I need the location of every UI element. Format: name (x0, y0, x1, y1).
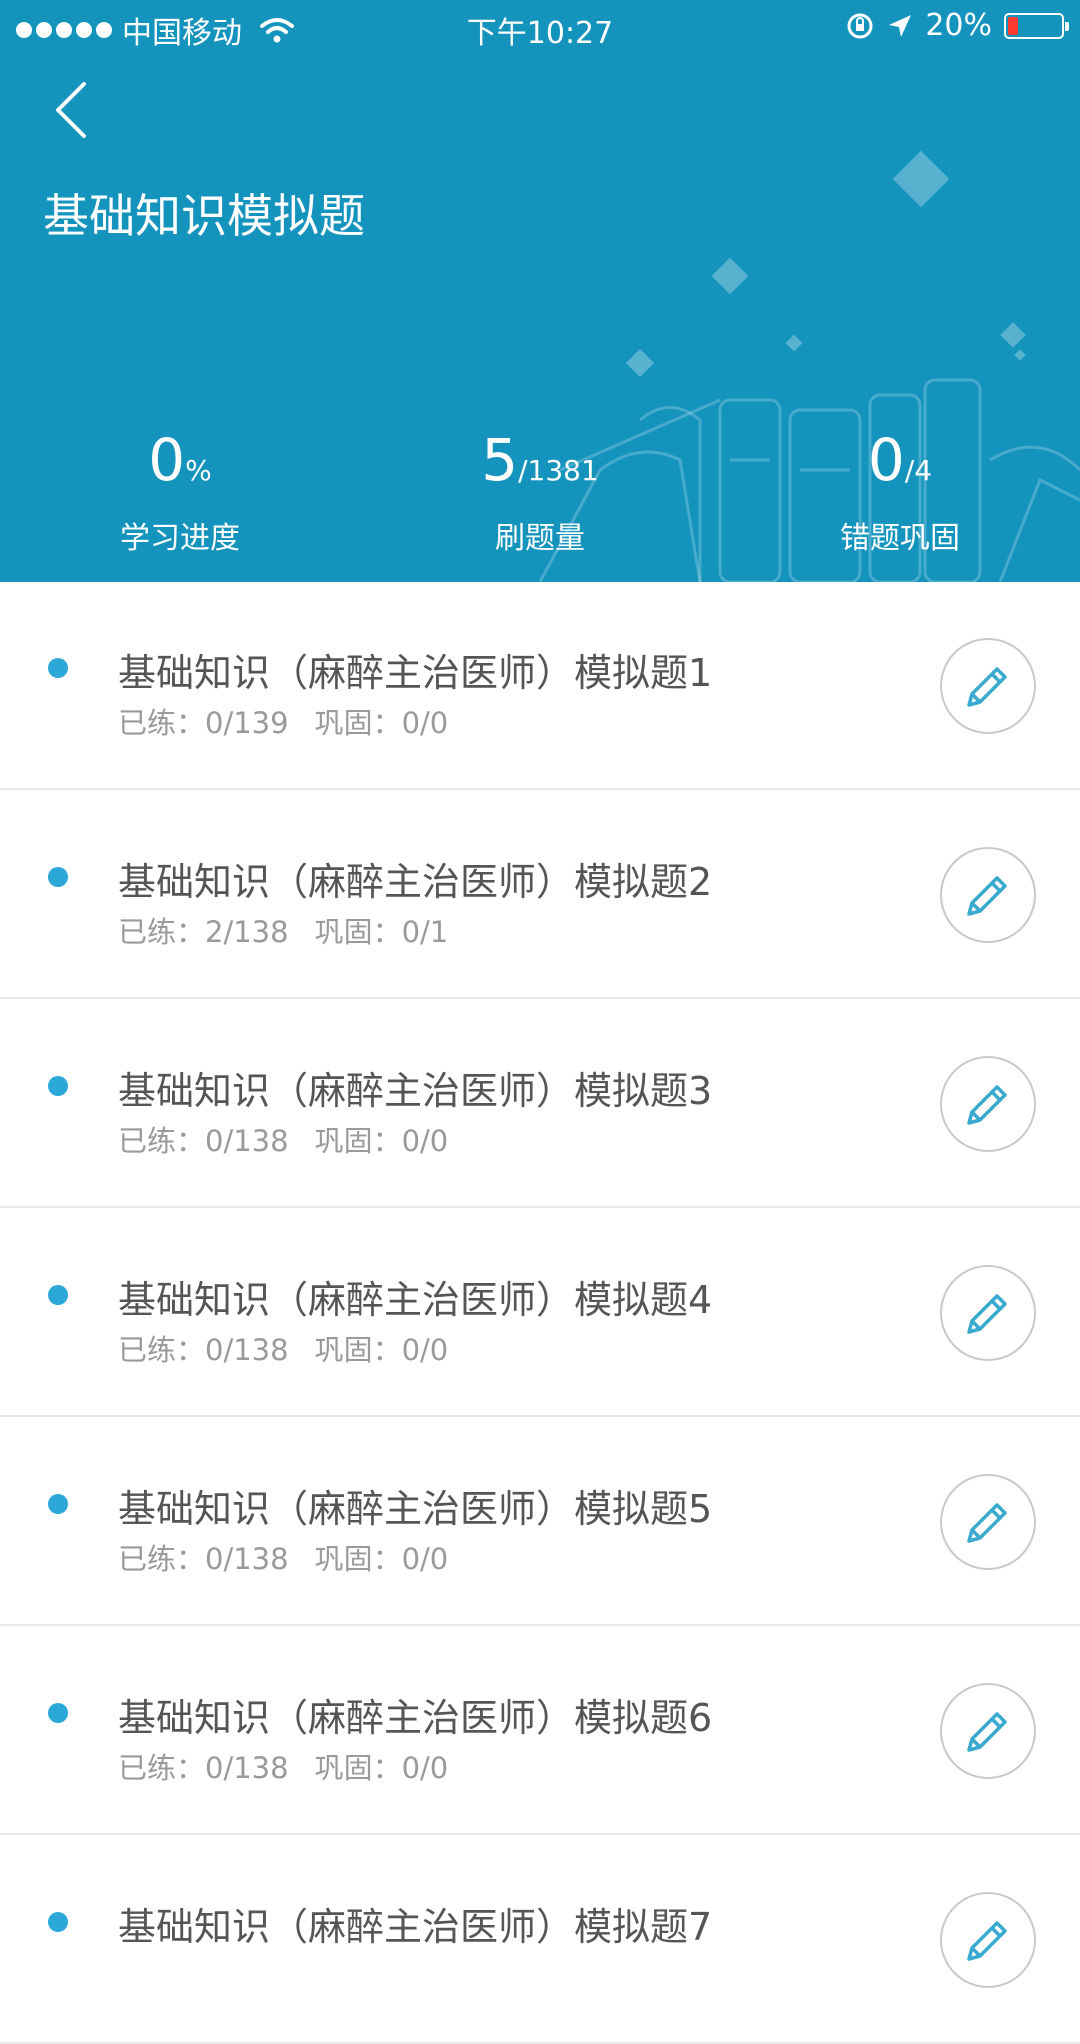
practiced-count: 已练：0/139 (118, 706, 289, 740)
status-bar: 中国移动 下午10:27 20% (0, 0, 1080, 54)
list-item-meta (118, 1954, 144, 1988)
pencil-icon (967, 1503, 1007, 1543)
list-item-meta: 已练：0/138 巩固：0/0 (118, 1536, 448, 1578)
stat-value-unit: % (185, 454, 212, 487)
list-item[interactable]: 基础知识（麻醉主治医师）模拟题4 已练：0/138 巩固：0/0 (0, 1209, 1080, 1417)
pencil-icon (967, 1085, 1007, 1125)
practice-button[interactable] (940, 638, 1036, 734)
list-item-meta: 已练：0/138 巩固：0/0 (118, 1745, 448, 1787)
practiced-count: 已练：0/138 (118, 1124, 289, 1158)
practice-button[interactable] (940, 1683, 1036, 1779)
practice-button[interactable] (940, 1474, 1036, 1570)
stat-value: 0/4 (750, 430, 1050, 505)
stat-value: 5/1381 (390, 430, 690, 505)
back-chevron-icon[interactable] (44, 80, 100, 140)
list-item-title: 基础知识（麻醉主治医师）模拟题5 (118, 1487, 713, 1531)
consolidated-count: 巩固：0/1 (314, 915, 449, 949)
stat-value-unit: /1381 (518, 454, 599, 487)
bullet-dot (48, 658, 68, 678)
list-item-title: 基础知识（麻醉主治医师）模拟题4 (118, 1278, 713, 1322)
pencil-icon (967, 667, 1007, 707)
pencil-icon (967, 1921, 1007, 1961)
bullet-dot (48, 867, 68, 887)
battery-percent: 20% (925, 8, 992, 43)
practice-button[interactable] (940, 847, 1036, 943)
stat-mistakes-review: 0/4 错题巩固 (750, 430, 1050, 557)
list-item-title: 基础知识（麻醉主治医师）模拟题7 (118, 1905, 713, 1949)
pencil-icon (967, 1712, 1007, 1752)
practice-button[interactable] (940, 1892, 1036, 1988)
list-item-title: 基础知识（麻醉主治医师）模拟题6 (118, 1696, 713, 1740)
consolidated-count: 巩固：0/0 (314, 1124, 449, 1158)
list-item[interactable]: 基础知识（麻醉主治医师）模拟题5 已练：0/138 巩固：0/0 (0, 1418, 1080, 1626)
stat-study-progress: 0% 学习进度 (30, 430, 330, 557)
stat-value-number: 0 (867, 426, 905, 494)
bullet-dot (48, 1703, 68, 1723)
consolidated-count: 巩固：0/0 (314, 1542, 449, 1576)
bullet-dot (48, 1076, 68, 1096)
battery-level (1008, 16, 1018, 35)
list-item[interactable]: 基础知识（麻醉主治医师）模拟题6 已练：0/138 巩固：0/0 (0, 1627, 1080, 1835)
page-title: 基础知识模拟题 (43, 189, 365, 243)
list-item[interactable]: 基础知识（麻醉主治医师）模拟题3 已练：0/138 巩固：0/0 (0, 1000, 1080, 1208)
list-item[interactable]: 基础知识（麻醉主治医师）模拟题7 (0, 1836, 1080, 2044)
stat-value-number: 0 (148, 426, 186, 494)
pencil-icon (967, 876, 1007, 916)
list-item-meta: 已练：0/138 巩固：0/0 (118, 1327, 448, 1369)
consolidated-count: 巩固：0/0 (314, 706, 449, 740)
stat-label: 错题巩固 (840, 521, 960, 556)
bullet-dot (48, 1494, 68, 1514)
rotation-lock-icon (847, 13, 873, 38)
practice-button[interactable] (940, 1056, 1036, 1152)
practiced-count: 已练：0/138 (118, 1333, 289, 1367)
practice-button[interactable] (940, 1265, 1036, 1361)
location-arrow-icon (889, 14, 912, 37)
consolidated-count: 巩固：0/0 (314, 1751, 449, 1785)
practiced-count: 已练：2/138 (118, 915, 289, 949)
list-item[interactable]: 基础知识（麻醉主治医师）模拟题1 已练：0/139 巩固：0/0 (0, 582, 1080, 790)
stat-questions-done: 5/1381 刷题量 (390, 430, 690, 557)
stat-label: 刷题量 (495, 521, 585, 556)
battery-icon (1004, 12, 1069, 39)
list-item-title: 基础知识（麻醉主治医师）模拟题2 (118, 860, 713, 904)
stat-value-unit: /4 (904, 454, 933, 487)
pencil-icon (967, 1294, 1007, 1334)
bullet-dot (48, 1912, 68, 1932)
bullet-dot (48, 1285, 68, 1305)
stat-value: 0% (30, 430, 330, 505)
list-item[interactable]: 基础知识（麻醉主治医师）模拟题2 已练：2/138 巩固：0/1 (0, 791, 1080, 999)
list-item-meta: 已练：0/139 巩固：0/0 (118, 700, 448, 742)
list-item-meta: 已练：0/138 巩固：0/0 (118, 1118, 448, 1160)
stat-label: 学习进度 (120, 521, 240, 556)
consolidated-count: 巩固：0/0 (314, 1333, 449, 1367)
practiced-count: 已练：0/138 (118, 1751, 289, 1785)
list-item-title: 基础知识（麻醉主治医师）模拟题3 (118, 1069, 713, 1113)
practiced-count: 已练：0/138 (118, 1542, 289, 1576)
list-item-meta: 已练：2/138 巩固：0/1 (118, 909, 448, 951)
list-item-title: 基础知识（麻醉主治医师）模拟题1 (118, 651, 713, 695)
stat-value-number: 5 (481, 426, 519, 494)
header: 中国移动 下午10:27 20% 基础知识模拟题 0% 学习进度 5/1381 … (0, 0, 1080, 582)
